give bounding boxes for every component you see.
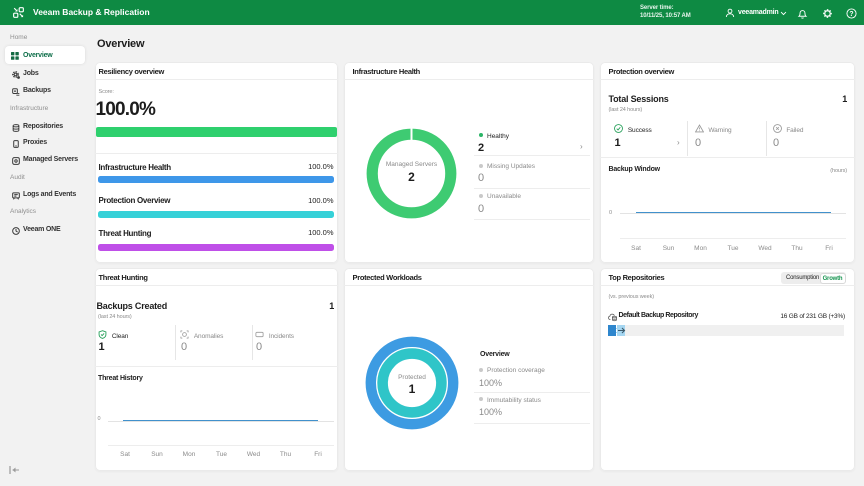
svg-text:?: ? xyxy=(849,10,853,17)
